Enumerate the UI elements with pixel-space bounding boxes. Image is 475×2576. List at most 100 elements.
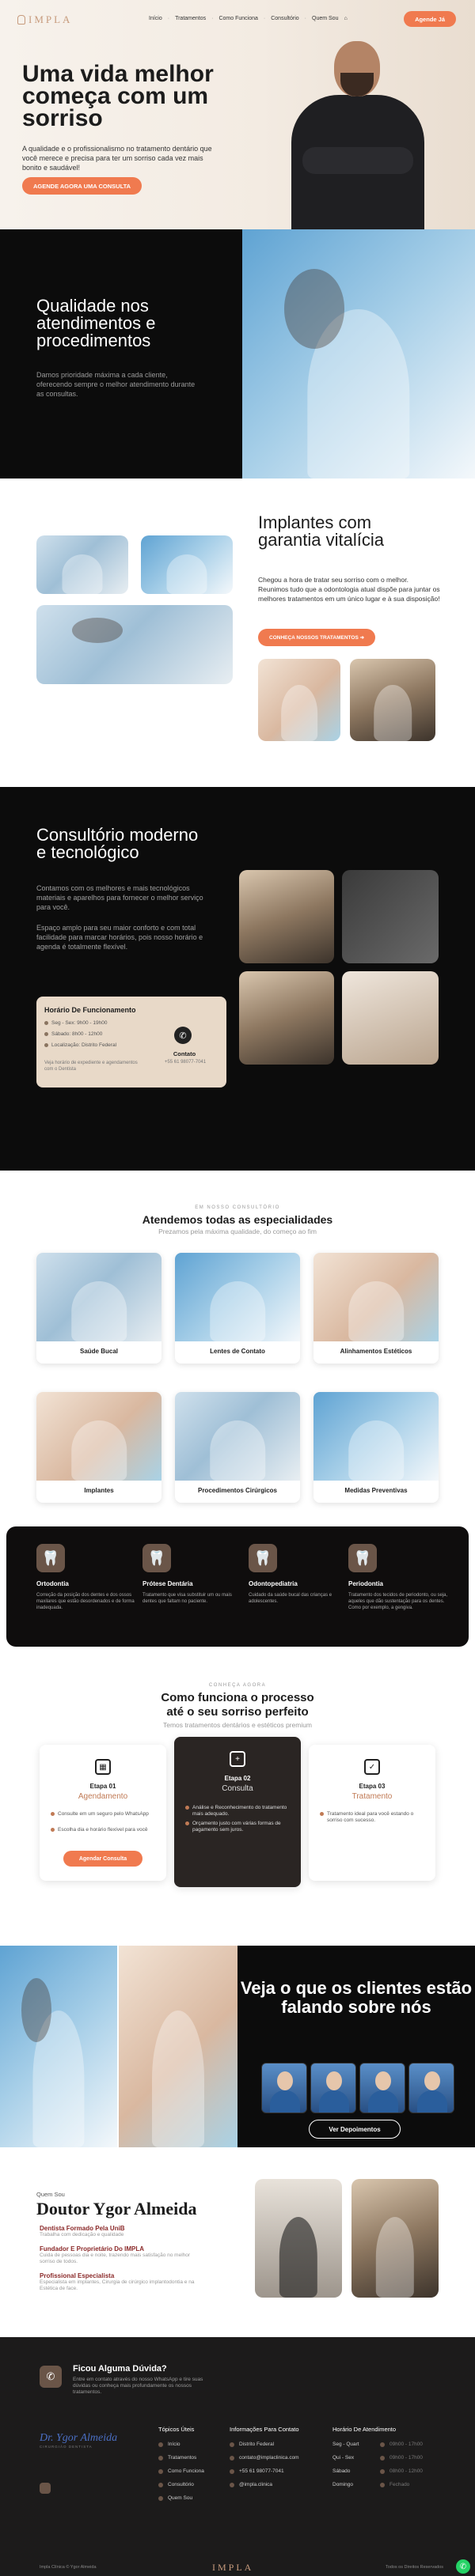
specialties-eyebrow: EM NOSSO CONSULTÓRIO xyxy=(195,1205,280,1210)
testimonials-title: Veja o que os clientes estão falando sob… xyxy=(240,1978,473,2017)
nav-item-tratamentos[interactable]: Tratamentos xyxy=(175,16,206,21)
step-card-2: + Etapa 02 Consulta Análise e Reconhecim… xyxy=(174,1737,301,1887)
qualification-item: Profissional Especialista Especialista em… xyxy=(40,2272,195,2291)
process-subtitle: Temos tratamentos dentários e estéticos … xyxy=(162,1721,313,1729)
email-icon xyxy=(230,2455,234,2461)
tooth-logo-icon xyxy=(17,15,25,25)
contact-number[interactable]: +55 61 98077-7041 xyxy=(154,1060,217,1065)
quality-text: Damos prioridade máxima a cada cliente, … xyxy=(36,371,196,398)
doctor-photo-2 xyxy=(352,2179,439,2298)
footer-link[interactable]: Início xyxy=(158,2438,204,2451)
location-icon xyxy=(44,1043,48,1047)
signature-subtitle: CIRURGIÃO DENTISTA xyxy=(40,2445,93,2449)
see-testimonials-button[interactable]: Ver Depoimentos xyxy=(309,2120,401,2139)
clinic-section: Consultório moderno e tecnológico Contam… xyxy=(0,787,475,1171)
qualification-item: Dentista Formado Pela UniB Trabalha com d… xyxy=(40,2225,125,2237)
location-icon xyxy=(230,2442,234,2447)
specialty-card[interactable]: Medidas Preventivas xyxy=(314,1392,439,1503)
testimonial-video-thumb[interactable] xyxy=(261,2063,307,2113)
patient-photo-2 xyxy=(119,1946,238,2147)
testimonial-video-thumb[interactable] xyxy=(310,2063,356,2113)
clinic-photo-1 xyxy=(239,870,334,963)
testimonials-section: Veja o que os clientes estão falando sob… xyxy=(0,1946,475,2147)
footer: ✆ Ficou Alguma Dúvida? Entre em contato … xyxy=(0,2337,475,2576)
plus-square-icon: + xyxy=(230,1751,245,1767)
implants-title: Implantes com garantia vitalícia xyxy=(258,513,384,550)
process-eyebrow: CONHEÇA AGORA xyxy=(208,1683,267,1688)
hours-note: Veja horário de expediente e agendamento… xyxy=(44,1061,138,1072)
footer-link[interactable]: Consultório xyxy=(158,2478,204,2491)
header-schedule-button[interactable]: Agende Já xyxy=(404,11,456,27)
band-item: 🦷 Odontopediatria Cuidado da saúde bucal d… xyxy=(249,1544,352,1605)
implant-photo-3 xyxy=(36,605,233,684)
step-card-3: ✓ Etapa 03 Tratamento Tratamento ideal p… xyxy=(309,1745,435,1881)
tooth-icon: 🦷 xyxy=(142,1544,171,1572)
process-section: CONHEÇA AGORA Como funciona o processo at… xyxy=(0,1647,475,1946)
treatments-button[interactable]: CONHEÇA NOSSOS TRATAMENTOS ➜ xyxy=(258,629,376,646)
doctor-name: Doutor Ygor Almeida xyxy=(36,2199,197,2219)
band-item: 🦷 Periodontia Tratamento dos tecidos de pe… xyxy=(348,1544,451,1611)
doctor-photo-1 xyxy=(255,2179,342,2298)
specialties-section: EM NOSSO CONSULTÓRIO Atendemos todas as … xyxy=(0,1171,475,1534)
clock-icon xyxy=(44,1021,48,1025)
hero-schedule-button[interactable]: AGENDE AGORA UMA CONSULTA xyxy=(22,177,142,195)
qualification-item: Fundador E Proprietário Do IMPLA Cuida de… xyxy=(40,2245,191,2264)
whatsapp-icon[interactable]: ✆ xyxy=(174,1027,192,1044)
specialties-title: Atendemos todas as especialidades xyxy=(142,1213,333,1226)
implant-photo-1 xyxy=(36,535,128,594)
clinic-text-1: Contamos com os melhores e mais tecnológ… xyxy=(36,884,203,911)
nav-item-quem-sou[interactable]: Quem Sou xyxy=(312,16,338,21)
clinic-photo-4 xyxy=(342,971,439,1065)
implant-photo-2 xyxy=(141,535,233,594)
testimonial-video-thumb[interactable] xyxy=(408,2063,454,2113)
hero-text: A qualidade e o profissionalismo no trat… xyxy=(22,145,212,172)
instagram-icon[interactable] xyxy=(40,2483,51,2494)
footer-logo[interactable]: IMPLA xyxy=(212,2562,253,2574)
nav-item-como-funciona[interactable]: Como Funciona xyxy=(218,16,257,21)
hero-title: Uma vida melhor começa com um sorriso xyxy=(22,61,214,131)
footer-link[interactable]: Quem Sou xyxy=(158,2491,204,2505)
nav-menu: Início · Tratamentos · Como Funciona · Cons… xyxy=(149,16,348,21)
clinic-photo-2 xyxy=(342,870,439,963)
testimonial-video-thumb[interactable] xyxy=(359,2063,405,2113)
whatsapp-icon[interactable]: ✆ xyxy=(40,2366,62,2388)
opening-hours-card: Horário De Funcionamento Seg - Sex: 9h00… xyxy=(36,997,226,1088)
nav-item-inicio[interactable]: Início xyxy=(149,16,162,21)
clinic-text-2: Espaço amplo para seu maior conforto e c… xyxy=(36,924,203,951)
book-appointment-button[interactable]: Agendar Consulta xyxy=(63,1851,142,1867)
top-nav: IMPLA Início · Tratamentos · Como Funciona… xyxy=(0,6,475,30)
footer-bottom-bar: Impla Clínica © Ygor Almeida IMPLA Todos… xyxy=(0,2559,475,2576)
patient-photo-1 xyxy=(0,1946,117,2147)
landing-page: IMPLA Início · Tratamentos · Como Funciona… xyxy=(0,0,475,2576)
logo[interactable]: IMPLA xyxy=(17,13,72,26)
floating-whatsapp-icon[interactable]: ✆ xyxy=(456,2559,470,2574)
hours-title: Horário De Funcionamento xyxy=(44,1006,136,1014)
specialty-card[interactable]: Lentes de Contato xyxy=(175,1253,300,1364)
band-item: 🦷 Prótese Dentária Tratamento que visa sub… xyxy=(142,1544,245,1605)
nav-item-consultorio[interactable]: Consultório xyxy=(271,16,298,21)
dental-treatment-photo xyxy=(242,229,475,479)
implants-section: Implantes com garantia vitalícia Chegou … xyxy=(0,479,475,787)
contact-label: Contato xyxy=(173,1050,196,1057)
implant-photo-4 xyxy=(258,659,340,741)
hero-doctor-image xyxy=(279,36,437,229)
testimonials-panel: Veja o que os clientes estão falando sob… xyxy=(238,1946,475,2147)
specialties-subtitle: Prezamos pela máxima qualidade, do começ… xyxy=(158,1227,317,1235)
specialty-card[interactable]: Procedimentos Cirúrgicos xyxy=(175,1392,300,1503)
about-section: Quem Sou Doutor Ygor Almeida Dentista Fo… xyxy=(0,2147,475,2337)
implants-text: Chegou a hora de tratar seu sorriso com … xyxy=(258,576,440,603)
copyright: Impla Clínica © Ygor Almeida xyxy=(40,2565,97,2570)
footer-contact: Informações Para Contato Distrito Federa… xyxy=(230,2426,299,2487)
footer-link[interactable]: Tratamentos xyxy=(158,2451,204,2464)
footer-hours: Horário De Atendimento Seg - Quart 09h00 … xyxy=(332,2426,423,2487)
footer-question-text: Entre em contato através do nosso WhatsA… xyxy=(73,2377,203,2395)
tooth-icon: 🦷 xyxy=(348,1544,377,1572)
footer-question: Ficou Alguma Dúvida? xyxy=(73,2364,167,2374)
specialty-card[interactable]: Alinhamentos Estéticos xyxy=(314,1253,439,1364)
home-icon[interactable]: ⌂ xyxy=(344,16,347,21)
specialty-card[interactable]: Implantes xyxy=(36,1392,162,1503)
footer-link[interactable]: Como Funciona xyxy=(158,2464,204,2478)
specialty-card[interactable]: Saúde Bucal xyxy=(36,1253,162,1364)
quality-section: Qualidade nos atendimentos e procediment… xyxy=(0,229,475,479)
quality-title: Qualidade nos atendimentos e procediment… xyxy=(36,296,156,350)
